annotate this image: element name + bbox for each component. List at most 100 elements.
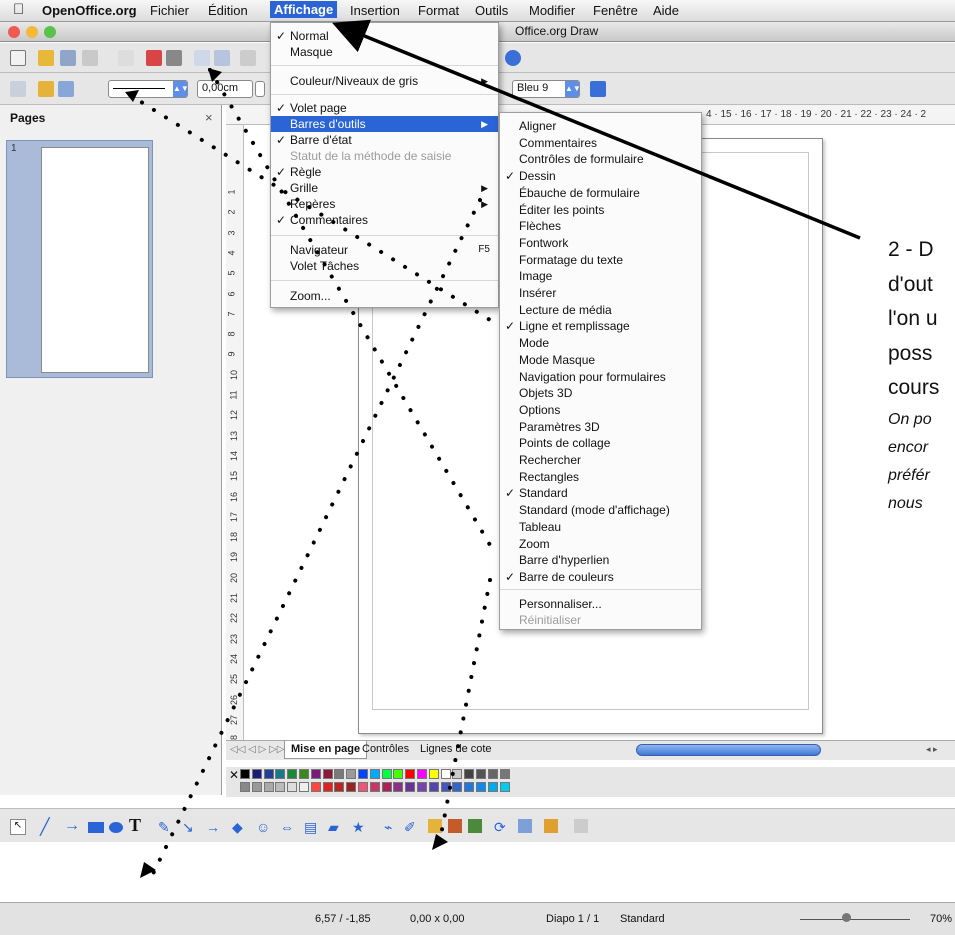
color-swatch[interactable]	[240, 782, 250, 792]
submenu-item[interactable]: Image	[500, 268, 701, 284]
menu-item-barres-outils[interactable]: Barres d'outils ▶	[271, 116, 498, 132]
autospellcheck-icon[interactable]	[214, 50, 230, 66]
color-swatch[interactable]	[275, 769, 286, 779]
menu-aide[interactable]: Aide	[653, 3, 679, 18]
menu-edition[interactable]: Édition	[208, 3, 248, 18]
color-swatch[interactable]	[452, 769, 463, 779]
color-swatch[interactable]	[299, 782, 309, 792]
color-swatch[interactable]	[369, 782, 380, 792]
color-swatch[interactable]	[499, 782, 510, 792]
status-zoom[interactable]: 70%	[930, 913, 952, 925]
submenu-item[interactable]: Ébauche de formulaire	[500, 185, 701, 201]
submenu-item[interactable]: ✓ Standard	[500, 485, 701, 501]
color-swatch[interactable]	[417, 782, 427, 792]
color-swatch[interactable]	[287, 769, 298, 779]
submenu-item[interactable]: Tableau	[500, 519, 701, 535]
submenu-item[interactable]: Lecture de média	[500, 302, 701, 318]
submenu-item[interactable]: Rechercher	[500, 452, 701, 468]
menu-fenetre[interactable]: Fenêtre	[593, 3, 638, 18]
submenu-item[interactable]: Formatage du texte	[500, 252, 701, 268]
menu-fichier[interactable]: Fichier	[150, 3, 189, 18]
color-swatch[interactable]	[310, 782, 321, 792]
color-swatch[interactable]	[322, 782, 333, 792]
submenu-item[interactable]: Barre d'hyperlien	[500, 552, 701, 568]
area-color-select[interactable]: Bleu 9 ▲▼	[512, 80, 581, 98]
zoom-slider[interactable]	[800, 919, 910, 920]
color-swatch[interactable]	[487, 782, 498, 792]
line-width-stepper[interactable]	[255, 81, 265, 97]
color-swatch[interactable]	[452, 782, 463, 792]
color-swatch[interactable]	[263, 782, 274, 792]
export-pdf-icon[interactable]	[146, 50, 162, 66]
line-style-select[interactable]: ▲▼	[108, 80, 189, 98]
flowchart-icon[interactable]: ▤	[304, 819, 317, 836]
submenu-item[interactable]: Standard (mode d'affichage)	[500, 502, 701, 518]
menu-outils[interactable]: Outils	[475, 3, 508, 18]
submenu-item[interactable]: Flèches	[500, 218, 701, 234]
line-width-field[interactable]: 0,00cm	[197, 80, 253, 98]
color-swatch[interactable]	[393, 782, 404, 792]
submenu-item[interactable]: Rectangles	[500, 469, 701, 485]
print-icon[interactable]	[166, 50, 182, 66]
zoom-slider-thumb[interactable]	[842, 913, 851, 922]
menu-item-barre-etat[interactable]: ✓ Barre d'état	[271, 132, 498, 148]
color-swatch[interactable]	[393, 769, 404, 779]
menu-item-masque[interactable]: Masque	[271, 44, 498, 60]
submenu-item[interactable]: Mode	[500, 335, 701, 351]
zoom-window-icon[interactable]	[44, 26, 56, 38]
submenu-item[interactable]: Mode Masque	[500, 352, 701, 368]
color-swatch[interactable]	[310, 769, 321, 779]
submenu-item[interactable]: Éditer les points	[500, 202, 701, 218]
menu-item-zoom[interactable]: Zoom...	[271, 288, 498, 304]
glue-points-icon[interactable]: ✐	[404, 819, 416, 836]
color-swatch[interactable]	[334, 769, 345, 779]
menu-item-regle[interactable]: ✓ Règle	[271, 164, 498, 180]
submenu-item[interactable]: Navigation pour formulaires	[500, 369, 701, 385]
color-swatch[interactable]	[369, 769, 380, 779]
submenu-item[interactable]: ✓ Ligne et remplissage	[500, 318, 701, 334]
select-arrow-icon[interactable]: ↖	[10, 819, 26, 835]
submenu-item[interactable]: Fontwork	[500, 235, 701, 251]
vertical-ruler[interactable]: 1 2 3 4 5 6 7 8 9 10 11 12 13 14 15 16 17 18 19 20 21 22 23 24 2…	[226, 125, 244, 740]
color-swatch[interactable]	[299, 769, 309, 779]
open-folder-icon[interactable]	[38, 50, 54, 66]
email-icon[interactable]	[82, 50, 98, 66]
block-arrows-icon[interactable]: ⇔	[280, 819, 294, 835]
menu-affichage[interactable]: Affichage	[270, 1, 338, 18]
stars-icon[interactable]: ★	[352, 819, 365, 836]
line-arrow-icon[interactable]: →	[64, 817, 80, 835]
submenu-item[interactable]: Contrôles de formulaire	[500, 151, 701, 167]
tab-controles[interactable]: Contrôles	[358, 743, 413, 755]
color-swatch[interactable]	[287, 782, 298, 792]
submenu-item[interactable]: ✓ Dessin	[500, 168, 701, 184]
callouts-icon[interactable]: ▰	[328, 819, 339, 836]
points-icon[interactable]: ⌁	[384, 819, 392, 836]
color-swatch[interactable]	[405, 769, 416, 779]
menu-item-volet-taches[interactable]: Volet Tâches	[271, 258, 498, 274]
color-swatch[interactable]	[464, 769, 475, 779]
submenu-item[interactable]: Points de collage	[500, 435, 701, 451]
spellcheck-icon[interactable]	[194, 50, 210, 66]
submenu-item[interactable]: Paramètres 3D	[500, 419, 701, 435]
basic-shapes-icon[interactable]: ◆	[232, 819, 243, 836]
menu-item-normal[interactable]: ✓ Normal	[271, 28, 498, 44]
tab-lignes-de-cote[interactable]: Lignes de cote	[416, 743, 496, 755]
color-swatch[interactable]	[381, 782, 392, 792]
page-thumbnail[interactable]: 1	[6, 140, 153, 378]
color-swatch[interactable]	[405, 782, 416, 792]
align-icon[interactable]	[518, 819, 532, 833]
color-swatch[interactable]	[440, 769, 451, 779]
rectangle-tool-icon[interactable]	[88, 822, 104, 833]
apple-icon[interactable]: 	[13, 1, 24, 18]
menu-item-grille[interactable]: Grille ▶	[271, 180, 498, 196]
save-icon[interactable]	[60, 50, 76, 66]
ellipse-tool-icon[interactable]	[109, 822, 123, 833]
submenu-item[interactable]: Commentaires	[500, 135, 701, 151]
color-swatch[interactable]	[240, 769, 250, 779]
toggle-extrusion-icon[interactable]	[574, 819, 588, 833]
extrusion-icon[interactable]: ⟳	[494, 819, 506, 836]
cut-icon[interactable]	[240, 50, 256, 66]
menu-item-volet-page[interactable]: ✓ Volet page	[271, 100, 498, 116]
color-swatch[interactable]	[476, 782, 486, 792]
menu-modifier[interactable]: Modifier	[529, 3, 575, 18]
